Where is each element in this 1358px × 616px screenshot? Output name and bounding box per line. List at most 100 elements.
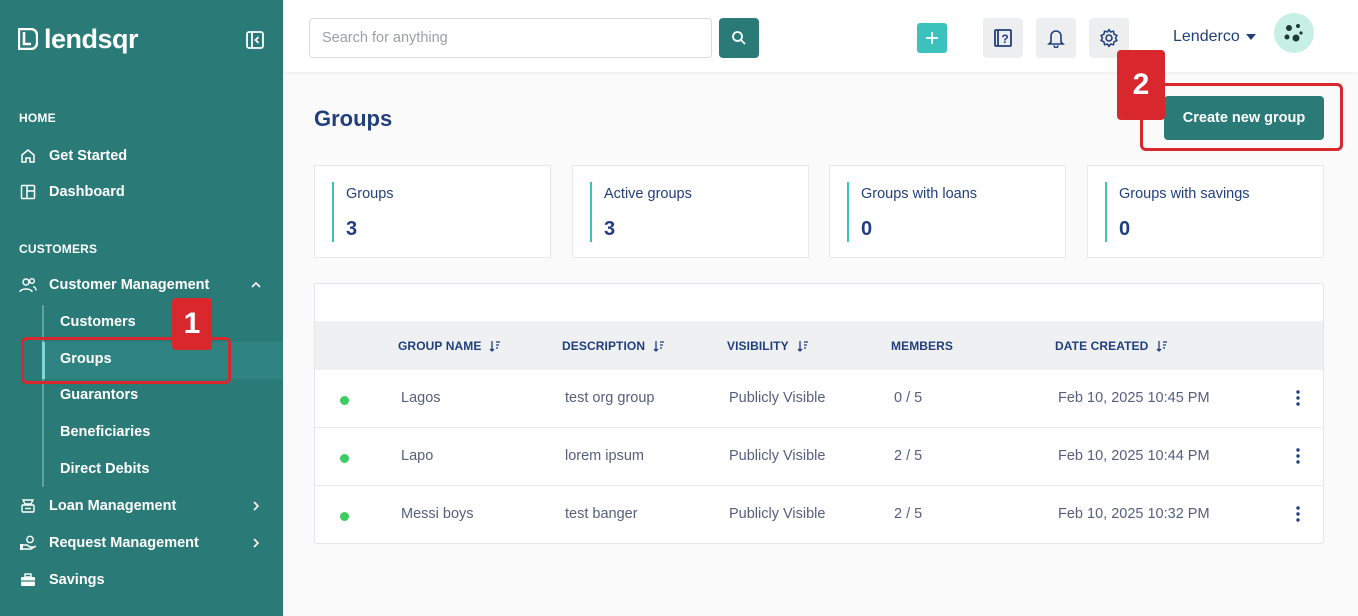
briefcase-icon bbox=[19, 571, 37, 589]
sidebar-item-label: Dashboard bbox=[49, 184, 125, 200]
stat-label: Active groups bbox=[604, 186, 692, 202]
column-header-date-created[interactable]: DATE CREATED bbox=[1055, 339, 1168, 353]
sidebar-item-savings[interactable]: Savings bbox=[19, 569, 269, 591]
stat-accent-bar bbox=[332, 182, 334, 242]
more-options-icon[interactable] bbox=[1291, 504, 1305, 524]
cell-date-created: Feb 10, 2025 10:44 PM bbox=[1058, 448, 1210, 464]
step-badge-1: 1 bbox=[172, 298, 212, 350]
sidebar-subitem-beneficiaries[interactable]: Beneficiaries bbox=[60, 424, 150, 440]
plus-icon bbox=[926, 32, 938, 44]
sort-icon bbox=[797, 341, 808, 352]
search-icon bbox=[732, 31, 746, 45]
loan-icon bbox=[19, 497, 37, 515]
chevron-right-icon bbox=[253, 501, 260, 511]
sidebar-subitem-customers[interactable]: Customers bbox=[60, 314, 136, 330]
cell-visibility: Publicly Visible bbox=[729, 448, 826, 464]
stat-value: 3 bbox=[346, 218, 358, 240]
sidebar-item-label: Savings bbox=[49, 572, 105, 588]
sidebar-item-label: Get Started bbox=[49, 148, 128, 164]
users-icon bbox=[19, 276, 37, 294]
table-row[interactable]: Messi boys test banger Publicly Visible … bbox=[315, 486, 1323, 544]
bell-icon bbox=[1047, 30, 1065, 48]
logo-icon bbox=[18, 28, 38, 50]
collapse-sidebar-icon[interactable] bbox=[245, 30, 265, 50]
table-header: GROUP NAME DESCRIPTION VISIBILITY MEMBER… bbox=[315, 321, 1323, 370]
cell-description: test org group bbox=[565, 390, 655, 406]
chevron-up-icon bbox=[251, 281, 261, 288]
sidebar: lendsqr HOME Get Started Dashboard CUSTO… bbox=[0, 0, 283, 616]
cell-description: test banger bbox=[565, 506, 638, 522]
sidebar-item-loan-management[interactable]: Loan Management bbox=[19, 495, 269, 517]
step-badge-2: 2 bbox=[1117, 50, 1165, 120]
table-row[interactable]: Lapo lorem ipsum Publicly Visible 2 / 5 … bbox=[315, 428, 1323, 486]
sidebar-item-label: Loan Management bbox=[49, 498, 177, 514]
sidebar-subitem-guarantors[interactable]: Guarantors bbox=[60, 387, 138, 403]
more-options-icon[interactable] bbox=[1291, 446, 1305, 466]
search-input[interactable] bbox=[309, 18, 712, 58]
stat-accent-bar bbox=[590, 182, 592, 242]
stat-accent-bar bbox=[847, 182, 849, 242]
column-header-members: MEMBERS bbox=[891, 339, 954, 353]
help-icon: ? bbox=[994, 29, 1012, 47]
cell-date-created: Feb 10, 2025 10:45 PM bbox=[1058, 390, 1210, 406]
sort-icon bbox=[489, 341, 501, 352]
section-label-customers: CUSTOMERS bbox=[19, 242, 98, 256]
sidebar-subitem-direct-debits[interactable]: Direct Debits bbox=[60, 461, 149, 477]
stat-card-active-groups: Active groups 3 bbox=[572, 165, 809, 258]
cell-date-created: Feb 10, 2025 10:32 PM bbox=[1058, 506, 1210, 522]
column-header-group-name[interactable]: GROUP NAME bbox=[398, 339, 501, 353]
stat-label: Groups with savings bbox=[1119, 186, 1250, 202]
avatar-icon bbox=[1284, 24, 1303, 42]
section-label-home: HOME bbox=[19, 111, 56, 125]
more-options-icon[interactable] bbox=[1291, 388, 1305, 408]
sort-icon bbox=[1156, 341, 1168, 352]
chevron-right-icon bbox=[253, 538, 260, 548]
status-dot bbox=[340, 512, 349, 521]
sidebar-item-label: Customer Management bbox=[49, 277, 210, 293]
cell-members: 2 / 5 bbox=[894, 506, 923, 522]
status-dot bbox=[340, 396, 349, 405]
column-header-description[interactable]: DESCRIPTION bbox=[562, 339, 665, 353]
cell-visibility: Publicly Visible bbox=[729, 506, 826, 522]
top-header: ? Lenderco bbox=[283, 0, 1358, 72]
page-title: Groups bbox=[314, 106, 393, 131]
sidebar-item-dashboard[interactable]: Dashboard bbox=[19, 181, 269, 203]
home-icon bbox=[19, 147, 37, 165]
table-row[interactable]: Lagos test org group Publicly Visible 0 … bbox=[315, 370, 1323, 428]
cell-group-name: Lapo bbox=[401, 448, 434, 464]
search-button[interactable] bbox=[719, 18, 759, 58]
sort-icon bbox=[653, 341, 665, 352]
logo[interactable]: lendsqr bbox=[18, 24, 139, 54]
gear-icon bbox=[1100, 28, 1118, 48]
status-dot bbox=[340, 454, 349, 463]
stat-value: 0 bbox=[861, 218, 873, 240]
cell-visibility: Publicly Visible bbox=[729, 390, 826, 406]
column-header-visibility[interactable]: VISIBILITY bbox=[727, 339, 809, 353]
user-name: Lenderco bbox=[1173, 28, 1240, 45]
cell-description: lorem ipsum bbox=[565, 448, 644, 464]
stat-label: Groups bbox=[346, 186, 394, 202]
highlight-box-create-group bbox=[1140, 83, 1343, 151]
request-icon bbox=[19, 534, 37, 552]
sidebar-item-get-started[interactable]: Get Started bbox=[19, 145, 269, 167]
quick-add-button[interactable] bbox=[917, 23, 947, 53]
sidebar-item-label: Request Management bbox=[49, 535, 199, 551]
stat-label: Groups with loans bbox=[861, 186, 978, 202]
stat-accent-bar bbox=[1105, 182, 1107, 242]
logo-text: lendsqr bbox=[44, 24, 139, 54]
user-menu[interactable]: Lenderco bbox=[1173, 28, 1256, 46]
groups-table: GROUP NAME DESCRIPTION VISIBILITY MEMBER… bbox=[314, 283, 1324, 544]
caret-down-icon bbox=[1245, 34, 1256, 40]
cell-members: 0 / 5 bbox=[894, 390, 923, 406]
dashboard-icon bbox=[19, 183, 37, 201]
stat-value: 3 bbox=[604, 218, 616, 240]
stat-card-groups-with-loans: Groups with loans 0 bbox=[829, 165, 1066, 258]
cell-group-name: Messi boys bbox=[401, 506, 474, 522]
cell-members: 2 / 5 bbox=[894, 448, 923, 464]
stat-value: 0 bbox=[1119, 218, 1131, 240]
notifications-button[interactable] bbox=[1036, 18, 1076, 58]
sidebar-item-customer-management[interactable]: Customer Management bbox=[19, 274, 269, 296]
help-button[interactable]: ? bbox=[983, 18, 1023, 58]
avatar[interactable] bbox=[1274, 13, 1314, 53]
sidebar-item-request-management[interactable]: Request Management bbox=[19, 532, 269, 554]
